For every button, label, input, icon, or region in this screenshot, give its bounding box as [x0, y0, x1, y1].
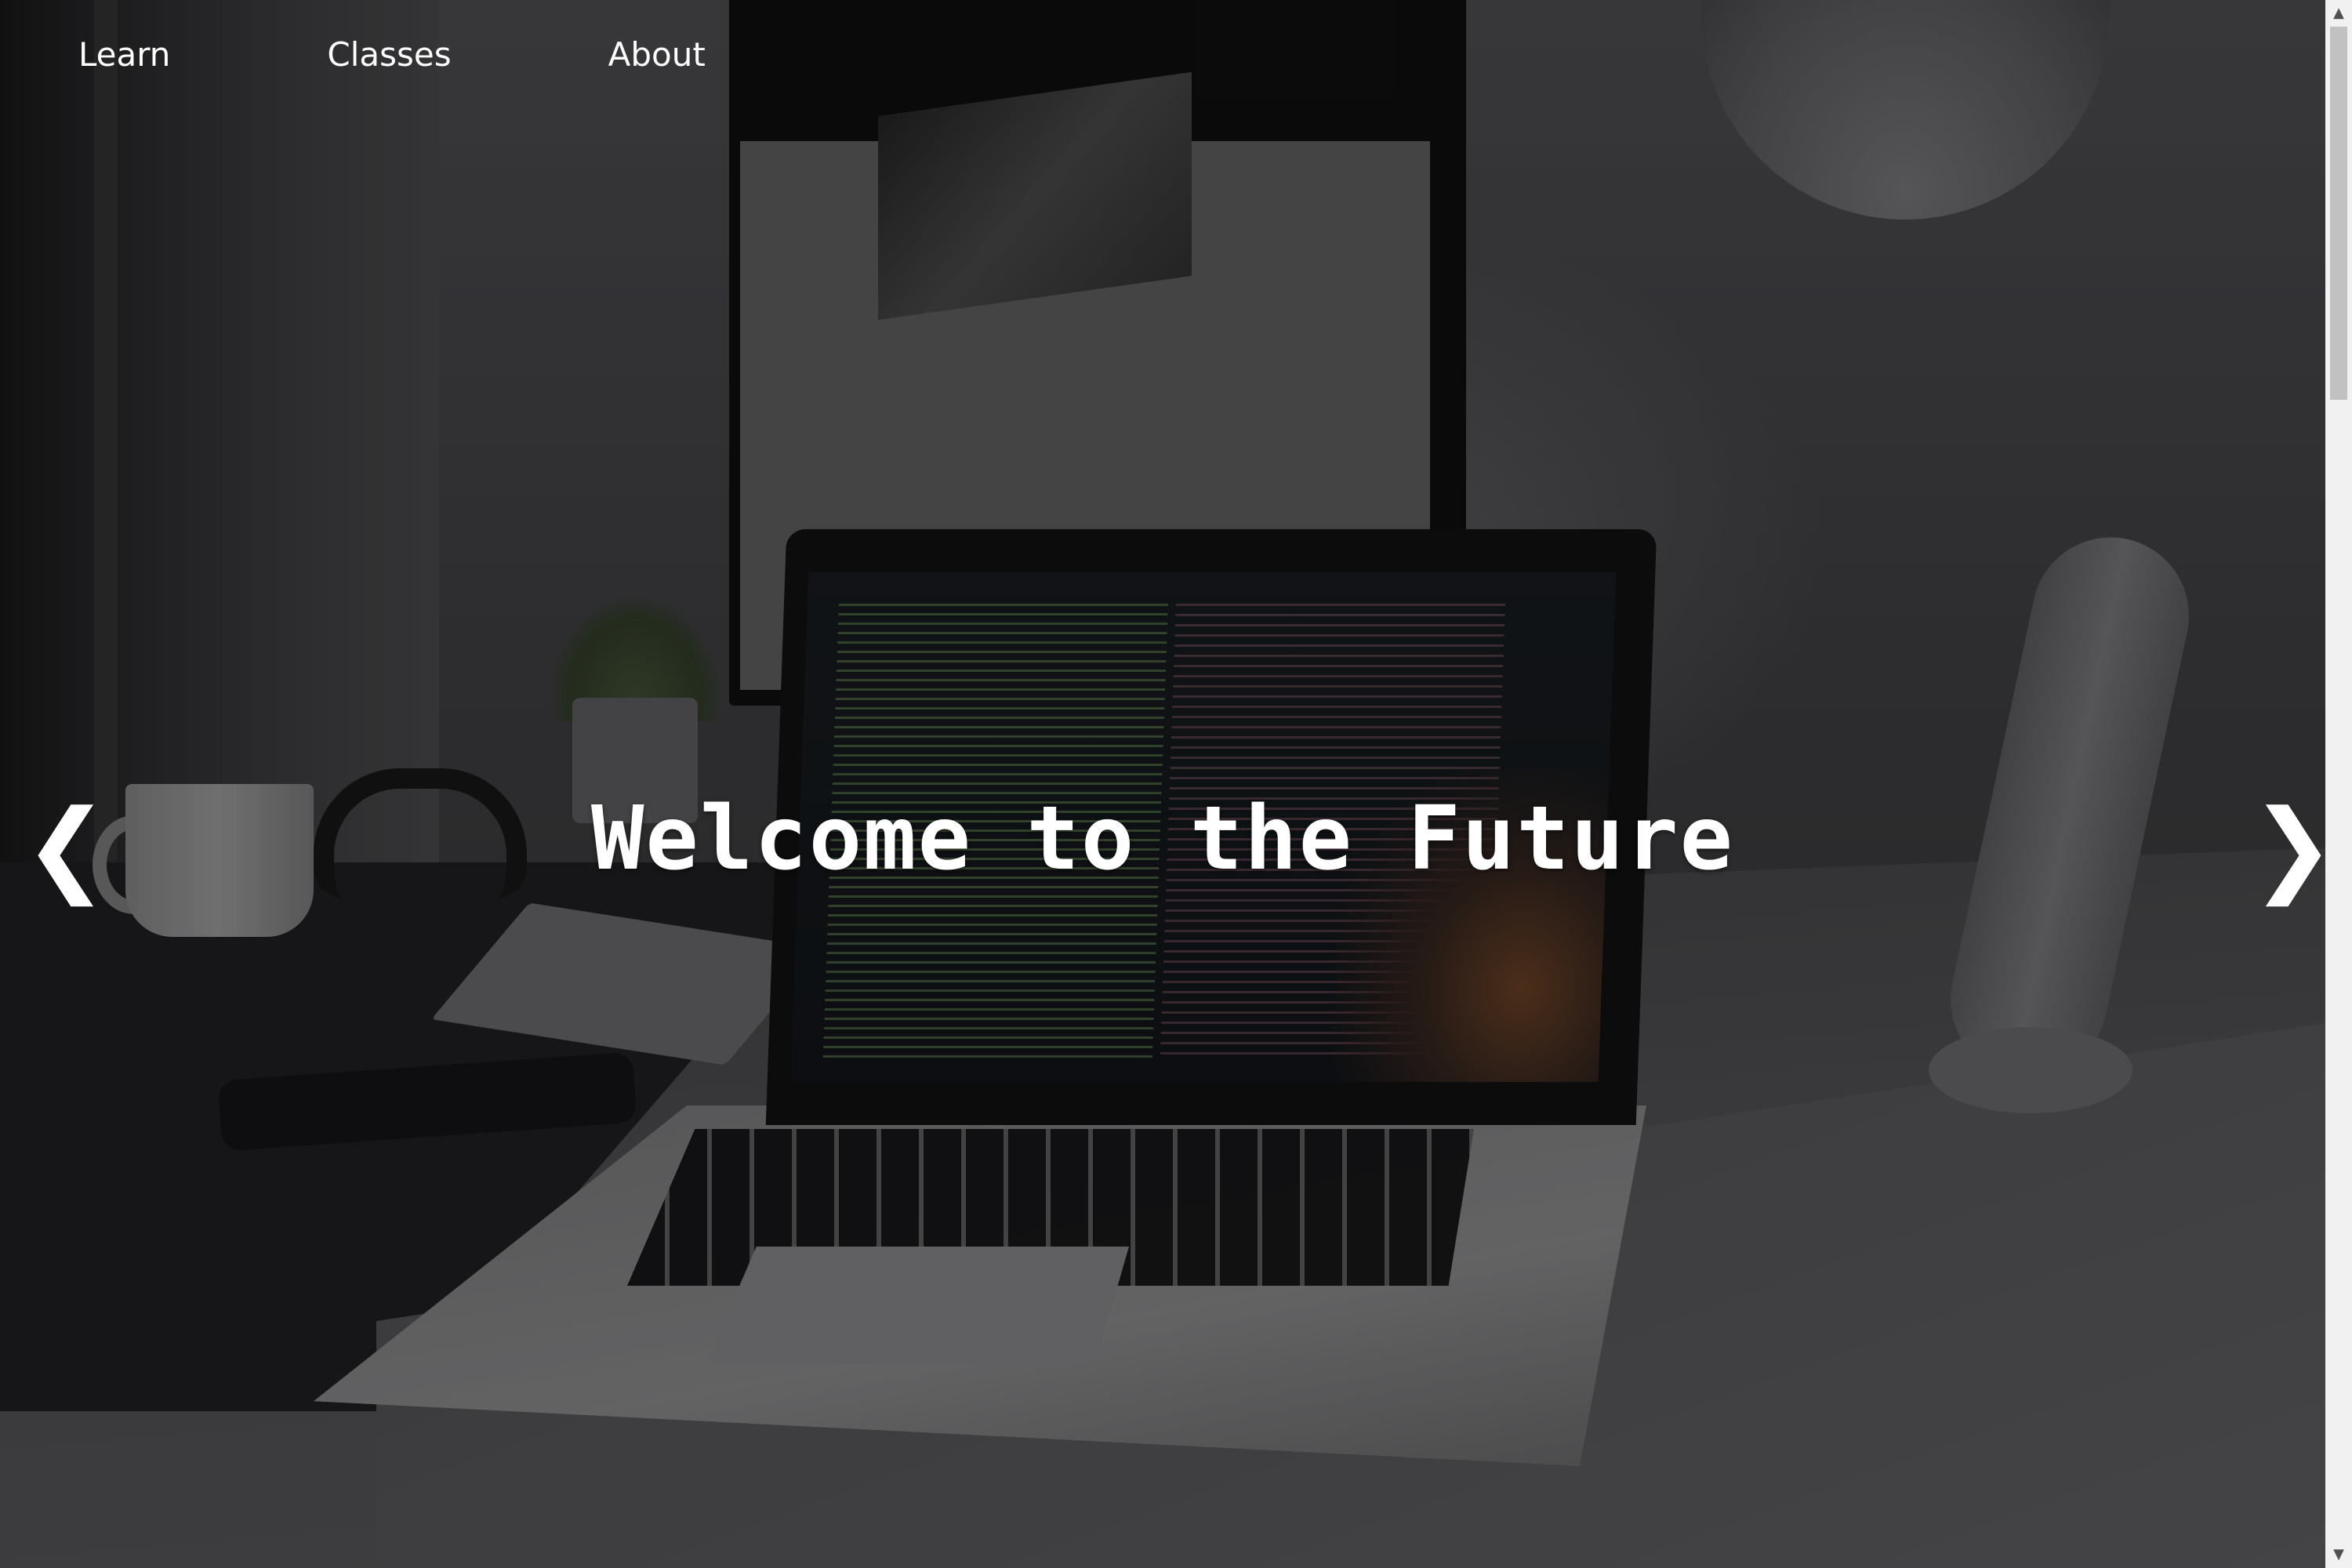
hero-headline: Welcome to the Future	[590, 788, 1735, 891]
scroll-down-icon[interactable]: ▼	[2325, 1541, 2352, 1568]
next-slide-arrow-icon[interactable]: ❯	[2250, 792, 2325, 902]
hero-slideshow: Learn Classes About Welcome to the Futur…	[0, 0, 2325, 1568]
scrollbar-thumb[interactable]	[2330, 27, 2347, 400]
nav-link-classes[interactable]: Classes	[249, 0, 529, 110]
top-nav: Learn Classes About	[0, 0, 784, 110]
vertical-scrollbar[interactable]: ▲ ▼	[2325, 0, 2352, 1568]
prev-slide-arrow-icon[interactable]: ❮	[24, 792, 109, 902]
nav-link-learn[interactable]: Learn	[0, 0, 249, 110]
scroll-up-icon[interactable]: ▲	[2325, 0, 2352, 27]
nav-link-about[interactable]: About	[530, 0, 784, 110]
hero-dark-overlay	[0, 0, 2325, 1568]
